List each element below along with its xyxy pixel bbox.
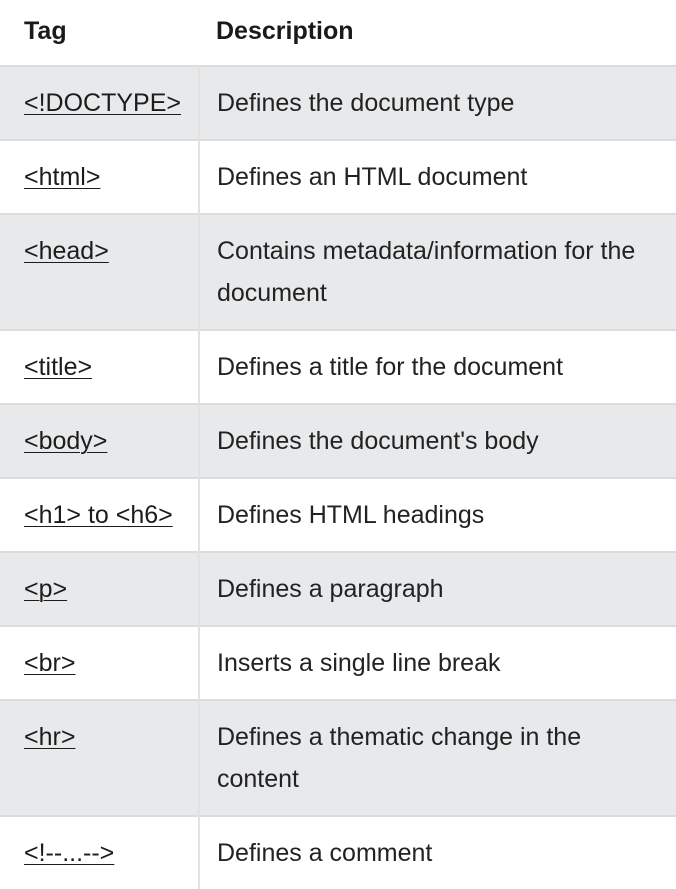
- table-row: <p> Defines a paragraph: [0, 551, 676, 626]
- table-row: <html> Defines an HTML document: [0, 139, 676, 214]
- html-tags-table: Tag Description <!DOCTYPE> Defines the d…: [0, 0, 676, 889]
- table-row: <!--...--> Defines a comment: [0, 815, 676, 889]
- tag-link-body[interactable]: <body>: [24, 427, 107, 455]
- tag-link-hr[interactable]: <hr>: [24, 723, 75, 751]
- description-cell: Defines a paragraph: [199, 551, 676, 626]
- tag-cell: <body>: [0, 403, 200, 478]
- tag-cell: <head>: [0, 213, 200, 330]
- tag-cell: <title>: [0, 329, 200, 404]
- tag-link-headings[interactable]: <h1> to <h6>: [24, 501, 173, 529]
- tag-link-p[interactable]: <p>: [24, 575, 67, 603]
- description-cell: Defines the document type: [199, 65, 676, 140]
- table-row: <body> Defines the document's body: [0, 403, 676, 478]
- tag-cell: <h1> to <h6>: [0, 477, 200, 552]
- tag-cell: <!--...-->: [0, 815, 200, 889]
- tag-link-head[interactable]: <head>: [24, 237, 109, 265]
- description-cell: Contains metadata/information for the do…: [199, 213, 676, 330]
- description-column-header: Description: [216, 16, 354, 45]
- tag-link-html[interactable]: <html>: [24, 163, 100, 191]
- table-body: <!DOCTYPE> Defines the document type <ht…: [0, 65, 676, 889]
- description-cell: Defines an HTML document: [199, 139, 676, 214]
- header-row: Tag Description: [0, 0, 676, 66]
- description-cell: Defines a thematic change in the content: [199, 699, 676, 816]
- table-row: <br> Inserts a single line break: [0, 625, 676, 700]
- tag-link-doctype[interactable]: <!DOCTYPE>: [24, 89, 181, 117]
- tag-cell: <p>: [0, 551, 200, 626]
- description-cell: Defines a title for the document: [199, 329, 676, 404]
- tag-cell: <!DOCTYPE>: [0, 65, 200, 140]
- tag-link-title[interactable]: <title>: [24, 353, 92, 381]
- table-row: <head> Contains metadata/information for…: [0, 213, 676, 330]
- table-header: Tag Description: [0, 0, 676, 66]
- description-cell: Inserts a single line break: [199, 625, 676, 700]
- description-cell: Defines a comment: [199, 815, 676, 889]
- tag-link-br[interactable]: <br>: [24, 649, 75, 677]
- description-cell: Defines HTML headings: [199, 477, 676, 552]
- table-row: <title> Defines a title for the document: [0, 329, 676, 404]
- tag-cell: <html>: [0, 139, 200, 214]
- tag-link-comment[interactable]: <!--...-->: [24, 839, 114, 867]
- table-row: <hr> Defines a thematic change in the co…: [0, 699, 676, 816]
- tag-column-header: Tag: [24, 16, 67, 45]
- tag-cell: <hr>: [0, 699, 200, 816]
- table-row: <!DOCTYPE> Defines the document type: [0, 65, 676, 140]
- description-cell: Defines the document's body: [199, 403, 676, 478]
- table-row: <h1> to <h6> Defines HTML headings: [0, 477, 676, 552]
- tag-cell: <br>: [0, 625, 200, 700]
